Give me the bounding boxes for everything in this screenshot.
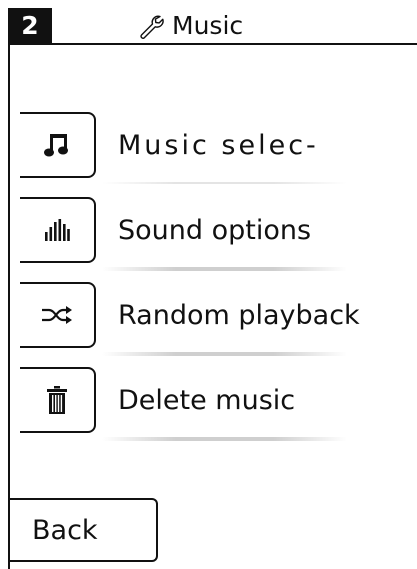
menu-item-label: Delete music: [118, 384, 296, 416]
music-menu-screen: 2 Music Music selec- Sound options Rando…: [0, 0, 417, 569]
menu-item-delete-music[interactable]: Delete music: [10, 367, 390, 441]
menu-item-divider: [102, 437, 347, 441]
shuffle-icon: [42, 306, 72, 324]
menu-item-label: Random playback: [118, 299, 360, 331]
menu-item-sound-options[interactable]: Sound options: [10, 197, 390, 271]
music-note-icon: [44, 134, 68, 157]
wrench-icon: [140, 15, 164, 39]
page-title-text: Music: [172, 11, 244, 40]
menu-item-divider: [102, 182, 347, 184]
sound-options-icon-box[interactable]: [20, 197, 96, 263]
menu-item-label: Sound options: [118, 214, 312, 246]
menu-item-divider: [102, 352, 347, 356]
menu-item-label: Music selec-: [118, 129, 319, 161]
page-title: Music: [138, 8, 243, 43]
trash-icon: [47, 386, 67, 414]
menu-item-divider: [102, 267, 347, 271]
back-button[interactable]: Back: [10, 498, 158, 562]
page-number-badge: 2: [8, 8, 52, 43]
random-playback-icon-box[interactable]: [20, 282, 96, 348]
delete-music-icon-box[interactable]: [20, 367, 96, 433]
menu-item-random-playback[interactable]: Random playback: [10, 282, 390, 356]
equalizer-icon: [45, 219, 70, 241]
header-bar: 2 Music: [8, 8, 417, 45]
music-selection-icon-box[interactable]: [20, 112, 96, 178]
menu-item-music-selection[interactable]: Music selec-: [10, 112, 390, 184]
